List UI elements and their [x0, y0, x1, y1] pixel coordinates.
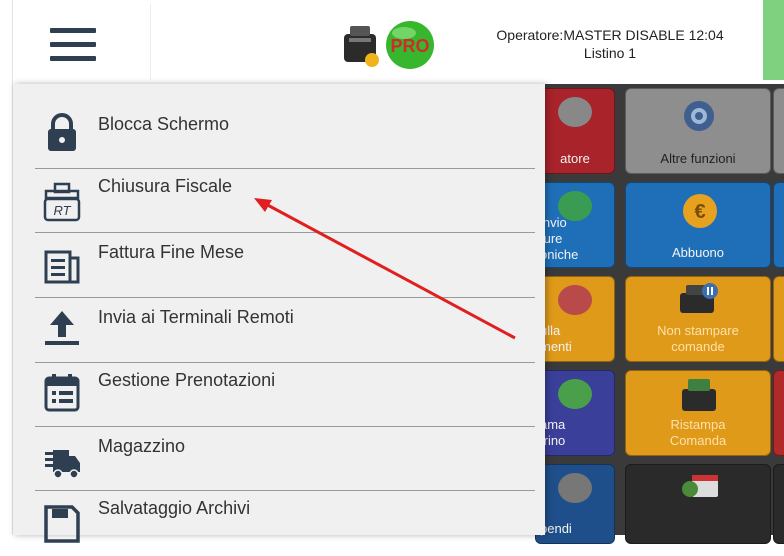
annotation-arrow — [254, 198, 516, 340]
